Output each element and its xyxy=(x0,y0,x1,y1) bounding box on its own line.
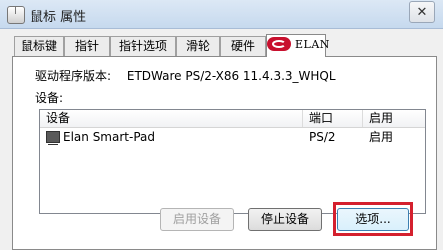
mouse-icon xyxy=(7,6,25,24)
tab-pointers[interactable]: 指针 xyxy=(64,36,110,56)
touchpad-device-icon xyxy=(46,130,60,145)
devices-label: 设备: xyxy=(35,91,64,105)
options-highlight-box xyxy=(333,202,413,236)
column-header-device[interactable]: 设备 xyxy=(40,110,303,127)
device-list[interactable]: 设备 端口 启用 Elan Smart-Pad PS/2 启用 xyxy=(39,109,426,214)
title-bar: 鼠标 属性 ✕ xyxy=(0,0,443,29)
driver-version-row: 驱动程序版本: ETDWare PS/2-X86 11.4.3.3_WHQL xyxy=(35,67,336,84)
tab-buttons[interactable]: 鼠标键 xyxy=(14,36,64,56)
device-row[interactable]: Elan Smart-Pad PS/2 启用 xyxy=(40,128,425,146)
tab-wheel[interactable]: 滑轮 xyxy=(176,36,220,56)
driver-version-value: ETDWare PS/2-X86 11.4.3.3_WHQL xyxy=(126,69,336,83)
window-title: 鼠标 属性 xyxy=(30,10,87,25)
enable-device-button[interactable]: 启用设备 xyxy=(160,208,234,231)
elan-logo-icon xyxy=(267,36,291,51)
column-header-enabled[interactable]: 启用 xyxy=(363,110,425,127)
device-name: Elan Smart-Pad xyxy=(63,130,155,144)
tab-pointer-options[interactable]: 指针选项 xyxy=(110,36,176,56)
close-button[interactable]: ✕ xyxy=(409,1,435,23)
stop-device-button[interactable]: 停止设备 xyxy=(248,208,322,231)
driver-version-label: 驱动程序版本: xyxy=(35,69,112,83)
column-header-port[interactable]: 端口 xyxy=(303,110,363,127)
device-list-header: 设备 端口 启用 xyxy=(40,110,425,128)
tab-hardware[interactable]: 硬件 xyxy=(220,36,266,56)
tab-elan-label: ELAN xyxy=(295,38,330,51)
tab-elan[interactable]: ELAN xyxy=(266,34,329,57)
tab-strip: 鼠标键 指针 指针选项 滑轮 硬件 ELAN xyxy=(0,34,443,57)
device-name-cell: Elan Smart-Pad xyxy=(40,128,303,146)
device-enabled-status: 启用 xyxy=(369,130,394,144)
device-port: PS/2 xyxy=(309,130,336,144)
